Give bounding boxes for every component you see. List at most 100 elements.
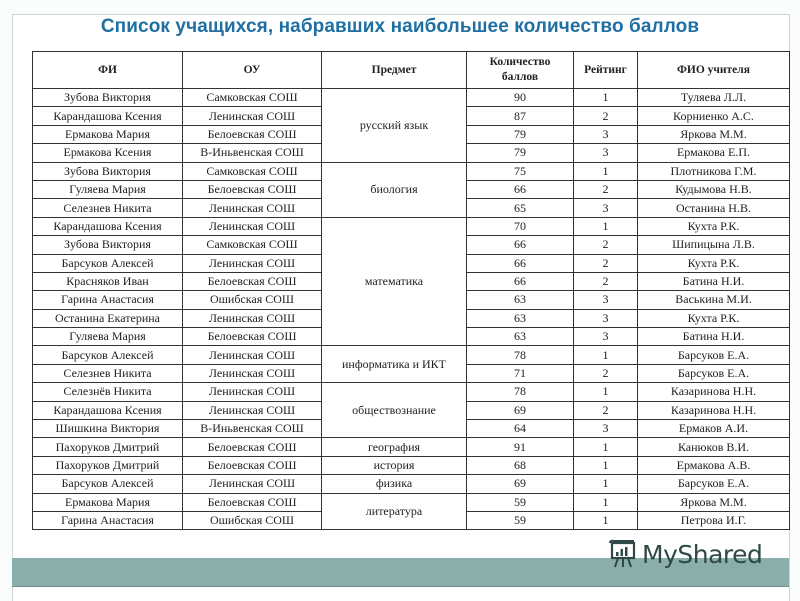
cell-ou: Ошибская СОШ: [182, 510, 322, 531]
cell-teacher: Ермаков А.И.: [637, 419, 790, 439]
cell-teacher: Останина Н.В.: [637, 198, 790, 218]
cell-fi: Селезнёв Никита: [32, 382, 183, 402]
cell-score: 71: [466, 363, 574, 384]
cell-teacher: Яркова М.М.: [637, 124, 790, 145]
cell-score: 79: [466, 124, 574, 145]
cell-teacher: Барсуков Е.А.: [637, 345, 790, 365]
cell-teacher: Барсуков Е.А.: [637, 363, 790, 384]
header-subject: Предмет: [321, 51, 467, 89]
cell-rank: 1: [573, 161, 638, 181]
cell-fi: Останина Екатерина: [32, 308, 183, 329]
cell-teacher: Корниенко А.С.: [637, 106, 790, 126]
cell-ou: Белоевская СОШ: [182, 271, 322, 292]
cell-ou: Самковская СОШ: [182, 87, 322, 108]
cell-subject: русский язык: [321, 88, 467, 163]
table-row: Карандашова Ксения Ленинская СОШ математик…: [32, 216, 790, 347]
cell-fi: Гарина Анастасия: [32, 510, 183, 531]
cell-teacher: Петрова И.Г.: [637, 510, 790, 531]
cell-score: 63: [466, 308, 574, 329]
cell-fi: Шишкина Виктория: [32, 419, 183, 439]
cell-score: 66: [466, 235, 574, 255]
cell-score: 64: [466, 419, 574, 439]
cell-ou: Ошибская СОШ: [182, 290, 322, 310]
table-row: Ермакова Мария Белоевская СОШ литература 59…: [32, 492, 790, 531]
cell-score: 69: [466, 400, 574, 421]
cell-rank: 1: [573, 345, 638, 365]
cell-subject: обществознание: [321, 382, 467, 439]
cell-teacher: Батина Н.И.: [637, 327, 790, 347]
cell-ou: Ленинская СОШ: [182, 253, 322, 273]
cell-fi: Карандашова Ксения: [32, 400, 183, 421]
cell-fi: Барсуков Алексей: [32, 345, 183, 365]
cell-teacher: Туляева Л.Л.: [637, 87, 790, 108]
cell-score: 69: [466, 474, 574, 494]
cell-ou: Самковская СОШ: [182, 161, 322, 181]
cell-fi: Селезнев Никита: [32, 363, 183, 384]
cell-subject: биология: [321, 161, 467, 218]
cell-subject: информатика и ИКТ: [321, 345, 467, 384]
cell-rank: 1: [573, 437, 638, 457]
cell-fi: Зубова Виктория: [32, 235, 183, 255]
cell-ou: Ленинская СОШ: [182, 106, 322, 126]
cell-rank: 1: [573, 87, 638, 108]
cell-score: 90: [466, 87, 574, 108]
cell-fi: Селезнев Никита: [32, 198, 183, 218]
cell-score: 91: [466, 437, 574, 457]
cell-ou: В-Иньвенская СОШ: [182, 419, 322, 439]
cell-teacher: Барсуков Е.А.: [637, 474, 790, 494]
cell-score: 68: [466, 455, 574, 476]
cell-teacher: Васькина М.И.: [637, 290, 790, 310]
cell-score: 63: [466, 327, 574, 347]
cell-score: 70: [466, 216, 574, 237]
cell-rank: 1: [573, 474, 638, 494]
cell-fi: Зубова Виктория: [32, 161, 183, 181]
watermark-logo: MyShared: [608, 537, 763, 571]
cell-teacher: Кухта Р.К.: [637, 216, 790, 237]
cell-fi: Гуляева Мария: [32, 327, 183, 347]
cell-score: 63: [466, 290, 574, 310]
header-ou: ОУ: [182, 51, 322, 89]
cell-fi: Карандашова Ксения: [32, 106, 183, 126]
cell-ou: Ленинская СОШ: [182, 308, 322, 329]
header-score-line2: баллов: [501, 71, 539, 83]
cell-rank: 3: [573, 327, 638, 347]
header-score: Количество баллов: [466, 51, 574, 89]
cell-ou: Ленинская СОШ: [182, 474, 322, 494]
cell-rank: 3: [573, 290, 638, 310]
cell-ou: Ленинская СОШ: [182, 363, 322, 384]
cell-teacher: Яркова М.М.: [637, 492, 790, 512]
watermark-text: MyShared: [642, 539, 763, 569]
cell-rank: 2: [573, 235, 638, 255]
table-row: Пахоруков Дмитрий Белоевская СОШ история 68…: [32, 455, 790, 476]
cell-teacher: Ермакова Е.П.: [637, 143, 790, 163]
cell-subject: история: [321, 455, 467, 476]
cell-teacher: Ермакова А.В.: [637, 455, 790, 476]
cell-rank: 3: [573, 198, 638, 218]
cell-teacher: Казаринова Н.Н.: [637, 400, 790, 421]
cell-fi: Барсуков Алексей: [32, 474, 183, 494]
cell-teacher: Батина Н.И.: [637, 271, 790, 292]
header-score-line1: Количество: [489, 56, 551, 68]
cell-rank: 1: [573, 382, 638, 402]
cell-fi: Зубова Виктория: [32, 87, 183, 108]
presentation-board-icon: [609, 539, 636, 568]
table-row: Зубова Виктория Самковская СОШ биология 75 1…: [32, 161, 790, 218]
cell-score: 79: [466, 143, 574, 163]
cell-ou: Белоевская СОШ: [182, 327, 322, 347]
table-row: Пахоруков Дмитрий Белоевская СОШ география…: [32, 437, 790, 457]
table-row: Зубова Виктория Самковская СОШ русский язы…: [32, 87, 790, 163]
cell-fi: Ермакова Мария: [32, 124, 183, 145]
cell-rank: 1: [573, 492, 638, 512]
cell-ou: Ленинская СОШ: [182, 345, 322, 365]
cell-fi: Гуляева Мария: [32, 179, 183, 200]
cell-fi: Ермакова Ксения: [32, 143, 183, 163]
cell-rank: 1: [573, 455, 638, 476]
header-rank: Рейтинг: [573, 51, 638, 89]
cell-score: 87: [466, 106, 574, 126]
cell-subject: математика: [321, 216, 467, 347]
cell-rank: 2: [573, 400, 638, 421]
cell-teacher: Шипицына Л.В.: [637, 235, 790, 255]
students-table: ФИ ОУ Предмет Количество баллов Рейтинг …: [32, 51, 790, 531]
cell-score: 66: [466, 271, 574, 292]
table-row: Барсуков Алексей Ленинская СОШ информатика…: [32, 345, 790, 384]
